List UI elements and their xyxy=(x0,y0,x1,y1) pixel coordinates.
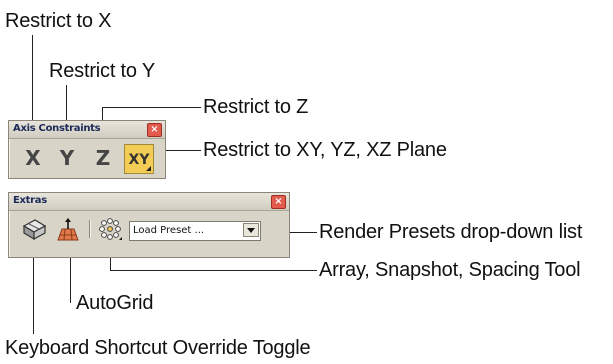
restrict-y-button[interactable]: Y xyxy=(52,143,82,173)
leader-line-array-h xyxy=(110,270,317,271)
restrict-x-button[interactable]: X xyxy=(18,143,48,173)
restrict-z-button[interactable]: Z xyxy=(88,143,118,173)
callout-restrict-z: Restrict to Z xyxy=(203,96,309,118)
toolbar-separator xyxy=(89,220,91,238)
render-presets-dropdown[interactable]: Load Preset ... xyxy=(129,221,261,241)
autogrid-button[interactable] xyxy=(55,216,81,242)
extras-toolbar: Extras × Load Preset ... xyxy=(8,192,290,258)
leader-line-z-h xyxy=(102,107,201,108)
leader-line-array xyxy=(110,258,111,270)
autogrid-icon xyxy=(57,218,79,241)
callout-restrict-x: Restrict to X xyxy=(5,10,112,32)
extras-title: Extras xyxy=(13,195,47,206)
keyboard-override-icon xyxy=(22,219,47,241)
callout-restrict-y: Restrict to Y xyxy=(49,60,155,82)
axis-constraints-close-button[interactable]: × xyxy=(147,123,162,137)
render-presets-value: Load Preset ... xyxy=(133,225,205,236)
leader-line-plane xyxy=(165,150,201,151)
array-flyout-icon xyxy=(99,218,122,240)
callout-array-tool: Array, Snapshot, Spacing Tool xyxy=(319,259,581,281)
callout-render-presets: Render Presets drop-down list xyxy=(319,221,583,243)
array-flyout-button[interactable] xyxy=(97,216,123,242)
callout-restrict-plane: Restrict to XY, YZ, XZ Plane xyxy=(203,139,447,161)
axis-constraints-toolbar: Axis Constraints × X Y Z XY xyxy=(8,120,166,179)
leader-line-autogrid xyxy=(70,258,71,303)
axis-constraints-title: Axis Constraints xyxy=(13,123,101,134)
leader-line-keyboard xyxy=(33,258,34,334)
extras-close-button[interactable]: × xyxy=(271,195,286,209)
callout-keyboard-override: Keyboard Shortcut Override Toggle xyxy=(5,337,311,359)
extras-titlebar[interactable]: Extras × xyxy=(9,193,289,211)
callout-autogrid: AutoGrid xyxy=(76,292,154,314)
axis-constraints-titlebar[interactable]: Axis Constraints × xyxy=(9,121,165,139)
restrict-plane-button[interactable]: XY xyxy=(124,144,154,174)
chevron-down-icon[interactable] xyxy=(243,223,259,237)
keyboard-override-button[interactable] xyxy=(21,216,47,242)
